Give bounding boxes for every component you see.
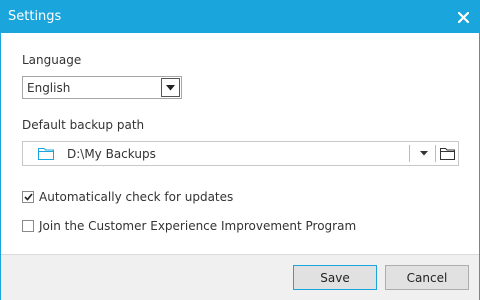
folder-icon <box>38 148 54 160</box>
cancel-button[interactable]: Cancel <box>385 265 469 290</box>
close-button[interactable] <box>447 1 479 33</box>
auto-update-checkbox[interactable] <box>22 191 34 203</box>
ceip-checkbox[interactable] <box>22 220 34 232</box>
browse-folder-button[interactable] <box>437 145 457 163</box>
backup-path-field[interactable]: D:\My Backups <box>22 141 459 166</box>
ceip-option[interactable]: Join the Customer Experience Improvement… <box>22 219 356 233</box>
window-title: Settings <box>8 9 62 24</box>
language-dropdown-button[interactable] <box>161 78 180 97</box>
auto-update-label: Automatically check for updates <box>39 190 234 204</box>
checkmark-icon <box>23 193 33 201</box>
backup-path-label: Default backup path <box>22 118 145 132</box>
language-label: Language <box>22 53 82 67</box>
settings-dialog: Settings Language English Default backup… <box>0 0 480 300</box>
auto-update-option[interactable]: Automatically check for updates <box>22 190 233 204</box>
language-value: English <box>27 81 71 95</box>
chevron-down-icon <box>166 84 175 90</box>
ceip-label: Join the Customer Experience Improvement… <box>39 219 357 233</box>
close-icon <box>457 11 469 23</box>
browse-folder-icon <box>439 148 455 160</box>
backup-path-value: D:\My Backups <box>67 147 156 161</box>
path-history-dropdown[interactable] <box>415 142 433 165</box>
language-select[interactable]: English <box>22 76 182 99</box>
divider <box>409 145 410 162</box>
dialog-footer: Save Cancel <box>1 254 479 300</box>
title-bar: Settings <box>1 1 479 33</box>
save-button[interactable]: Save <box>293 265 377 290</box>
chevron-down-icon <box>420 151 428 156</box>
divider <box>435 145 436 162</box>
